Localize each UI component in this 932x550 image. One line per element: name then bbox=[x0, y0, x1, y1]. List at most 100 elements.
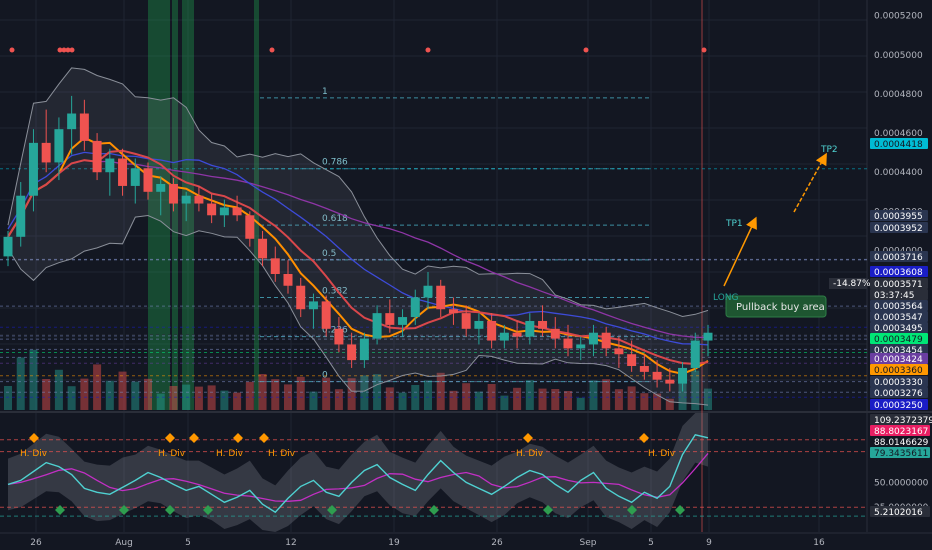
price-tag-label: 0.0003716 bbox=[874, 253, 923, 263]
volume-bar bbox=[271, 379, 280, 410]
candle-body bbox=[563, 338, 573, 349]
price-tag-label: 0.0003495 bbox=[874, 324, 923, 334]
candle-body bbox=[410, 297, 420, 318]
candle-body bbox=[156, 183, 166, 192]
candle-body bbox=[652, 371, 662, 380]
candle-body bbox=[448, 309, 458, 314]
divergence-label: H. Div bbox=[158, 449, 186, 459]
candle-body bbox=[512, 332, 522, 337]
volume-bar bbox=[309, 391, 318, 410]
volume-bar bbox=[93, 364, 102, 410]
volume-bar bbox=[602, 379, 611, 410]
volume-bar bbox=[16, 357, 25, 410]
candle-body bbox=[525, 320, 535, 337]
volume-bar bbox=[513, 387, 522, 410]
signal-dot bbox=[425, 47, 431, 53]
volume-bar bbox=[424, 380, 432, 410]
signal-dot bbox=[69, 47, 75, 53]
volume-bar bbox=[4, 386, 12, 410]
trading-chart[interactable]: 10.7860.6180.50.3820.2360 TP1 TP2 Pullba… bbox=[0, 0, 932, 550]
candle-body bbox=[703, 332, 713, 341]
candle-body bbox=[181, 195, 191, 204]
candle-body bbox=[296, 285, 306, 310]
volume-bar bbox=[194, 386, 203, 410]
pullback-label: Pullback buy area bbox=[736, 302, 825, 313]
volume-bar bbox=[80, 378, 89, 410]
candle-body bbox=[601, 332, 611, 349]
time-tick-label: Aug bbox=[115, 538, 133, 548]
price-tick-label: 0.0004600 bbox=[874, 129, 923, 139]
long-label: LONG bbox=[713, 293, 739, 303]
price-tag-label: 0.0003424 bbox=[874, 355, 923, 365]
candle-body bbox=[308, 301, 318, 310]
candle-body bbox=[588, 332, 598, 345]
price-tag-label: 0.0003250 bbox=[874, 401, 923, 411]
signal-dot bbox=[583, 47, 589, 53]
volume-bar bbox=[576, 397, 585, 410]
price-tag-label: 0.0003608 bbox=[874, 268, 923, 278]
candle-body bbox=[614, 348, 624, 355]
price-tag-label: 0.0003330 bbox=[874, 378, 923, 388]
volume-bar bbox=[42, 379, 51, 410]
time-tick-label: Sep bbox=[580, 538, 597, 548]
candle-body bbox=[487, 320, 497, 341]
oscillator-tag-label: 109.2372379 bbox=[874, 416, 932, 426]
signal-dot bbox=[701, 47, 707, 53]
candle-body bbox=[474, 320, 484, 329]
candle-body bbox=[258, 238, 268, 259]
candle-body bbox=[16, 195, 26, 237]
candle-body bbox=[665, 379, 675, 384]
candle-body bbox=[321, 301, 331, 329]
volume-bar bbox=[105, 380, 114, 410]
time-tick-label: 5 bbox=[185, 538, 191, 548]
volume-bar bbox=[564, 391, 572, 410]
candle-body bbox=[130, 168, 140, 186]
tp2-label: TP2 bbox=[820, 145, 838, 155]
volume-bar bbox=[29, 349, 38, 410]
volume-bar bbox=[398, 392, 407, 410]
time-tick-label: 12 bbox=[285, 538, 296, 548]
time-tick-label: 26 bbox=[491, 538, 503, 548]
candle-body bbox=[79, 113, 89, 141]
oscillator-tag-label: 88.0146629 bbox=[874, 438, 929, 448]
candle-body bbox=[423, 285, 433, 298]
volume-bar bbox=[640, 393, 649, 410]
candle-body bbox=[576, 344, 586, 349]
signal-dot bbox=[269, 47, 275, 53]
volume-bar bbox=[118, 371, 127, 410]
candle-body bbox=[92, 140, 102, 173]
candle-body bbox=[627, 354, 637, 366]
candle-body bbox=[105, 158, 115, 173]
price-tick-label: 0.0004400 bbox=[874, 168, 923, 178]
price-tag-label: 0.0003564 bbox=[874, 302, 923, 312]
candle-body bbox=[538, 320, 548, 329]
divergence-label: H. Div bbox=[268, 449, 296, 459]
candle-body bbox=[385, 313, 395, 325]
candle-body bbox=[461, 313, 471, 329]
divergence-label: H. Div bbox=[20, 449, 48, 459]
candle-body bbox=[219, 207, 229, 216]
candle-body bbox=[232, 207, 242, 216]
price-tag-label: 0.0003955 bbox=[874, 212, 923, 222]
volume-bar bbox=[322, 377, 331, 410]
candle-body bbox=[678, 367, 688, 384]
change-badge: -14.87% bbox=[833, 279, 871, 289]
volume-bar bbox=[220, 390, 229, 410]
candle-body bbox=[118, 158, 128, 186]
price-tick-label: 0.0005200 bbox=[874, 12, 923, 22]
candle-body bbox=[436, 285, 446, 310]
price-tick-label: 0.0004800 bbox=[874, 90, 923, 100]
candle-body bbox=[499, 332, 509, 341]
candle-body bbox=[28, 142, 38, 196]
candle-body bbox=[347, 344, 357, 361]
price-tag-label: 0.0003952 bbox=[874, 224, 923, 234]
divergence-label: H. Div bbox=[648, 449, 676, 459]
divergence-label: H. Div bbox=[216, 449, 244, 459]
volume-bar bbox=[436, 372, 445, 410]
oscillator-tag-label: 88.8023167 bbox=[874, 427, 928, 437]
fib-level-label: 0.786 bbox=[322, 158, 348, 168]
candle-body bbox=[168, 183, 178, 204]
price-tag-label: 0.0003360 bbox=[874, 366, 923, 376]
candle-body bbox=[3, 236, 13, 257]
time-tick-label: 9 bbox=[706, 538, 712, 548]
